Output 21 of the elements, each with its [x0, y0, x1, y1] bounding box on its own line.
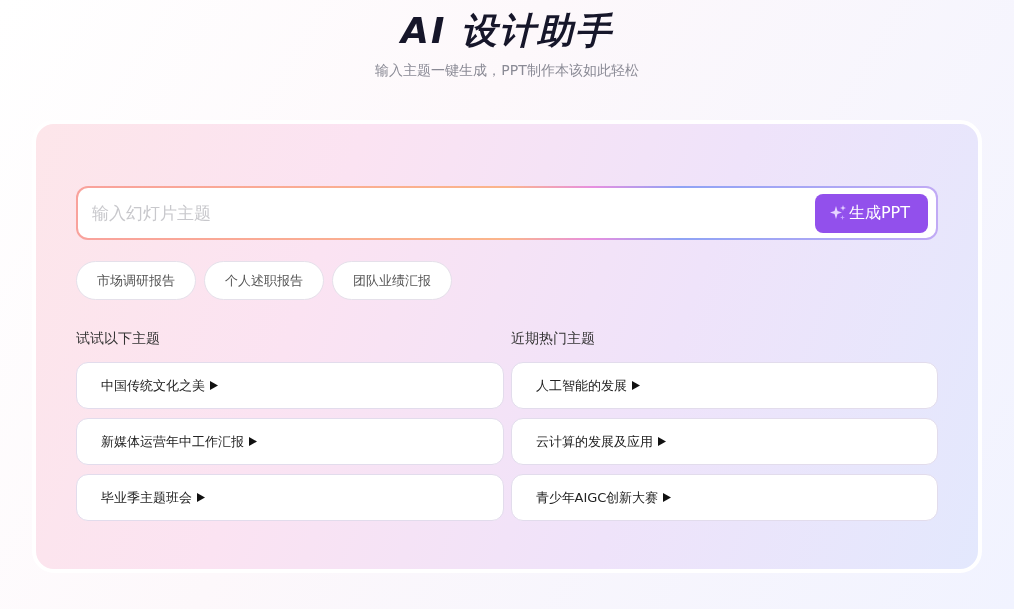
play-icon — [631, 381, 640, 390]
topic-item[interactable]: 新媒体运营年中工作汇报 — [76, 418, 504, 465]
play-icon — [663, 493, 672, 502]
topic-chip[interactable]: 市场调研报告 — [76, 261, 196, 300]
play-icon — [197, 493, 205, 502]
topic-chip[interactable]: 团队业绩汇报 — [332, 261, 452, 300]
page-title: AI 设计助手 — [401, 9, 613, 53]
generate-button[interactable]: 生成PPT — [814, 193, 928, 233]
play-icon — [210, 381, 218, 390]
sparkle-icon — [828, 204, 847, 222]
topic-item[interactable]: 青少年AIGC创新大赛 — [510, 474, 938, 521]
page-subtitle: 输入主题一键生成，PPT制作本该如此轻松 — [375, 62, 639, 80]
play-icon — [249, 437, 257, 446]
topic-item[interactable]: 中国传统文化之美 — [76, 362, 504, 409]
topic-item[interactable]: 毕业季主题班会 — [76, 474, 504, 521]
topic-chip[interactable]: 个人述职报告 — [204, 261, 324, 300]
topic-item[interactable]: 人工智能的发展 — [510, 362, 938, 409]
section-title: 近期热门主题 — [510, 330, 596, 348]
play-icon — [657, 437, 666, 446]
section-title: 试试以下主题 — [76, 330, 161, 348]
topic-item[interactable]: 云计算的发展及应用 — [510, 418, 938, 465]
